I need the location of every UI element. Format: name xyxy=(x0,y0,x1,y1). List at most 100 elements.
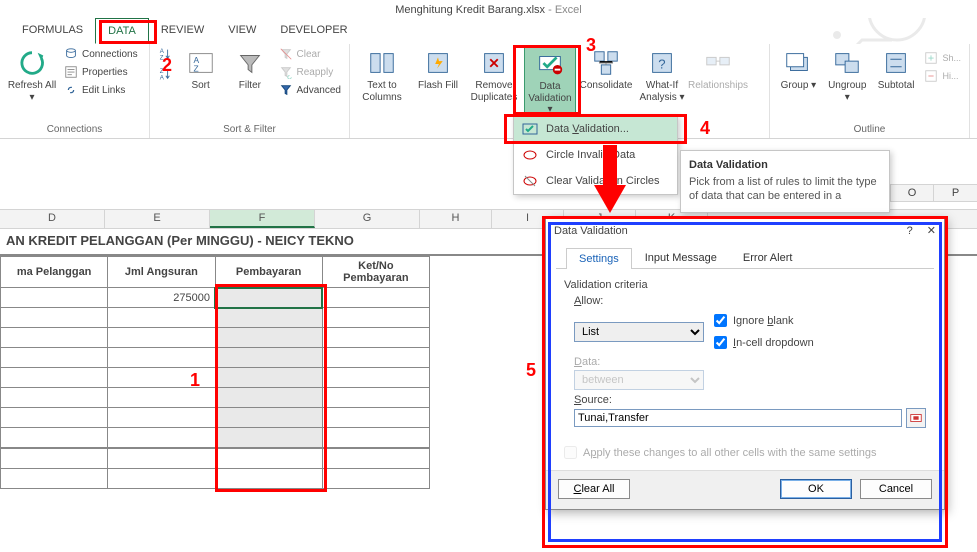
table-row[interactable] xyxy=(1,348,430,368)
svg-text:Z: Z xyxy=(193,63,198,73)
dialog-title: Data Validation xyxy=(554,225,628,237)
reapply-button[interactable]: Reapply xyxy=(277,64,343,80)
flash-fill-icon xyxy=(423,48,453,78)
dlg-tab-settings[interactable]: Settings xyxy=(566,248,632,269)
table-row[interactable] xyxy=(1,388,430,408)
tab-view[interactable]: VIEW xyxy=(216,18,268,44)
text-to-columns-button[interactable]: Text to Columns xyxy=(356,46,408,105)
minus-detail-icon xyxy=(924,69,938,83)
clear-filter-button[interactable]: Clear xyxy=(277,46,343,62)
table-row[interactable] xyxy=(1,308,430,328)
anno-num-3: 3 xyxy=(586,35,596,56)
apply-changes-checkbox: Apply these changes to all other cells w… xyxy=(564,446,926,459)
col-head-H[interactable]: H xyxy=(420,210,492,228)
col-head-D[interactable]: D xyxy=(0,210,105,228)
file-name: Menghitung Kredit Barang.xlsx xyxy=(395,4,545,16)
table-row[interactable] xyxy=(1,368,430,388)
table-row[interactable] xyxy=(1,408,430,428)
incell-dropdown-checkbox[interactable]: In-cell dropdown xyxy=(714,336,814,349)
refresh-all-button[interactable]: Refresh All ▾ xyxy=(6,46,58,105)
connections-icon xyxy=(64,47,78,61)
arrow-down-icon xyxy=(590,145,630,218)
tab-data[interactable]: DATA xyxy=(95,18,149,44)
what-if-icon: ? xyxy=(647,48,677,78)
flash-fill-button[interactable]: Flash Fill xyxy=(412,46,464,94)
ribbon-tabs: FORMULAS DATA REVIEW VIEW DEVELOPER xyxy=(0,18,977,44)
sort-icon: AZ xyxy=(186,48,216,78)
advanced-button[interactable]: Advanced xyxy=(277,82,343,98)
connections-button[interactable]: Connections xyxy=(62,46,140,62)
group-icon xyxy=(783,48,813,78)
sort-button[interactable]: AZ Sort xyxy=(178,46,223,94)
tooltip-body: Pick from a list of rules to limit the t… xyxy=(689,175,881,204)
col-head-P[interactable]: P xyxy=(934,184,977,202)
circle-invalid-icon xyxy=(522,147,538,163)
tab-developer[interactable]: DEVELOPER xyxy=(268,18,359,44)
cancel-button[interactable]: Cancel xyxy=(860,479,932,499)
app-suffix: - Excel xyxy=(545,4,582,16)
titlebar: Menghitung Kredit Barang.xlsx - Excel xyxy=(0,0,977,18)
ignore-blank-checkbox[interactable]: Ignore blank xyxy=(714,314,814,327)
ok-button[interactable]: OK xyxy=(780,479,852,499)
relationships-button[interactable]: Relationships xyxy=(692,46,744,94)
dlg-tab-error-alert[interactable]: Error Alert xyxy=(730,247,806,268)
table-row[interactable] xyxy=(1,428,430,448)
ungroup-icon xyxy=(832,48,862,78)
tab-review[interactable]: REVIEW xyxy=(149,18,216,44)
svg-text:?: ? xyxy=(658,57,665,72)
filter-button[interactable]: Filter xyxy=(227,46,272,94)
th-angsuran: Jml Angsuran xyxy=(108,257,215,288)
anno-num-1: 1 xyxy=(190,370,200,391)
col-head-O[interactable]: O xyxy=(890,184,934,202)
advanced-icon xyxy=(279,83,293,97)
tab-formulas[interactable]: FORMULAS xyxy=(10,18,95,44)
data-select: between xyxy=(574,370,704,390)
table-row[interactable] xyxy=(1,328,430,348)
allow-select[interactable]: List xyxy=(574,322,704,342)
ungroup-button[interactable]: Ungroup ▾ xyxy=(825,46,870,105)
group-label-connections: Connections xyxy=(6,122,143,138)
source-input[interactable] xyxy=(574,409,902,427)
data-validation-dialog: Data Validation ? ✕ Settings Input Messa… xyxy=(545,217,945,510)
remove-duplicates-button[interactable]: Remove Duplicates xyxy=(468,46,520,105)
allow-label: Allow: xyxy=(574,295,926,307)
th-pelanggan: ma Pelanggan xyxy=(1,257,108,288)
help-button[interactable]: ? xyxy=(907,225,913,237)
range-picker-button[interactable] xyxy=(906,408,926,428)
properties-button[interactable]: Properties xyxy=(62,64,140,80)
active-cell[interactable] xyxy=(215,288,322,308)
dlg-tab-input-message[interactable]: Input Message xyxy=(632,247,730,268)
anno-num-2: 2 xyxy=(162,55,172,76)
cell-angsuran-1[interactable]: 275000 xyxy=(108,288,215,308)
tooltip-title: Data Validation xyxy=(689,159,881,171)
what-if-button[interactable]: ? What-If Analysis ▾ xyxy=(636,46,688,105)
criteria-label: Validation criteria xyxy=(564,279,926,291)
refresh-icon xyxy=(17,48,47,78)
col-head-G[interactable]: G xyxy=(315,210,420,228)
subtotal-icon xyxy=(881,48,911,78)
source-label: Source: xyxy=(574,394,926,406)
anno-num-5: 5 xyxy=(526,360,536,381)
menu-item-data-validation[interactable]: Data Validation... xyxy=(514,116,677,142)
filter-icon xyxy=(235,48,265,78)
data-validation-button[interactable]: Data Validation ▾ xyxy=(524,46,576,119)
subtotal-button[interactable]: Subtotal xyxy=(874,46,919,94)
ribbon: Refresh All ▾ Connections Properties Edi… xyxy=(0,44,977,139)
tooltip: Data Validation Pick from a list of rule… xyxy=(680,150,890,213)
group-button[interactable]: Group ▾ xyxy=(776,46,821,94)
data-grid: ma Pelanggan Jml Angsuran Pembayaran Ket… xyxy=(0,256,430,448)
clear-all-button[interactable]: Clear All xyxy=(558,479,630,499)
reapply-icon xyxy=(279,65,293,79)
hide-detail-button[interactable]: Hi... xyxy=(922,68,963,84)
close-button[interactable]: ✕ xyxy=(927,224,936,237)
table-row[interactable]: 275000 xyxy=(1,288,430,308)
properties-icon xyxy=(64,65,78,79)
col-head-F[interactable]: F xyxy=(210,210,315,228)
clear-icon xyxy=(279,47,293,61)
edit-links-button[interactable]: Edit Links xyxy=(62,82,140,98)
clear-circles-icon xyxy=(522,173,538,189)
col-head-E[interactable]: E xyxy=(105,210,210,228)
relationships-icon xyxy=(703,48,733,78)
show-detail-button[interactable]: Sh... xyxy=(922,50,963,66)
anno-num-4: 4 xyxy=(700,118,710,139)
